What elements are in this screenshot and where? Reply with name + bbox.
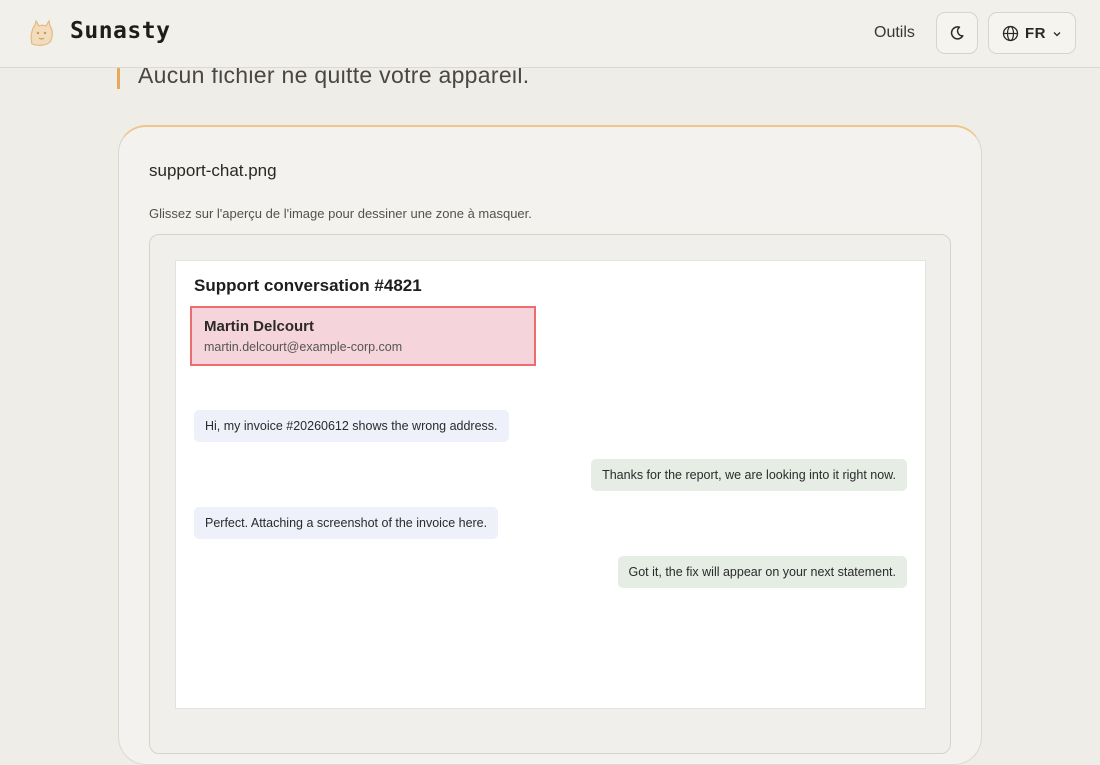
brand-name[interactable]: Sunasty [70,18,170,44]
masked-name: Martin Delcourt [204,318,315,335]
chat-message: Thanks for the report, we are looking in… [591,459,907,491]
chat-message: Got it, the fix will appear on your next… [617,556,907,588]
top-bar: Sunasty Outils FR [0,0,1100,68]
quote-accent-bar [117,68,120,89]
image-preview-canvas[interactable]: Support conversation #4821 Martin Delcou… [175,260,926,709]
theme-toggle-button[interactable] [936,12,978,54]
image-preview-frame[interactable]: Support conversation #4821 Martin Delcou… [149,234,951,754]
chevron-down-icon [1053,32,1061,37]
chat-message: Hi, my invoice #20260612 shows the wrong… [194,410,509,442]
tools-link[interactable]: Outils [874,24,915,42]
moon-icon [950,26,964,40]
cat-logo-icon[interactable] [26,18,56,48]
instruction-hint: Glissez sur l'aperçu de l'image pour des… [149,206,532,221]
chat-message: Perfect. Attaching a screenshot of the i… [194,507,499,539]
language-label: FR [1025,25,1046,42]
mask-region[interactable]: Martin Delcourt martin.delcourt@example-… [190,306,536,366]
file-name: support-chat.png [149,161,277,180]
language-selector[interactable]: FR [988,12,1076,54]
conversation-title: Support conversation #4821 [194,276,422,295]
globe-icon [1002,25,1019,42]
masked-email: martin.delcourt@example-corp.com [204,340,403,354]
editor-card: support-chat.png Glissez sur l'aperçu de… [118,125,982,765]
